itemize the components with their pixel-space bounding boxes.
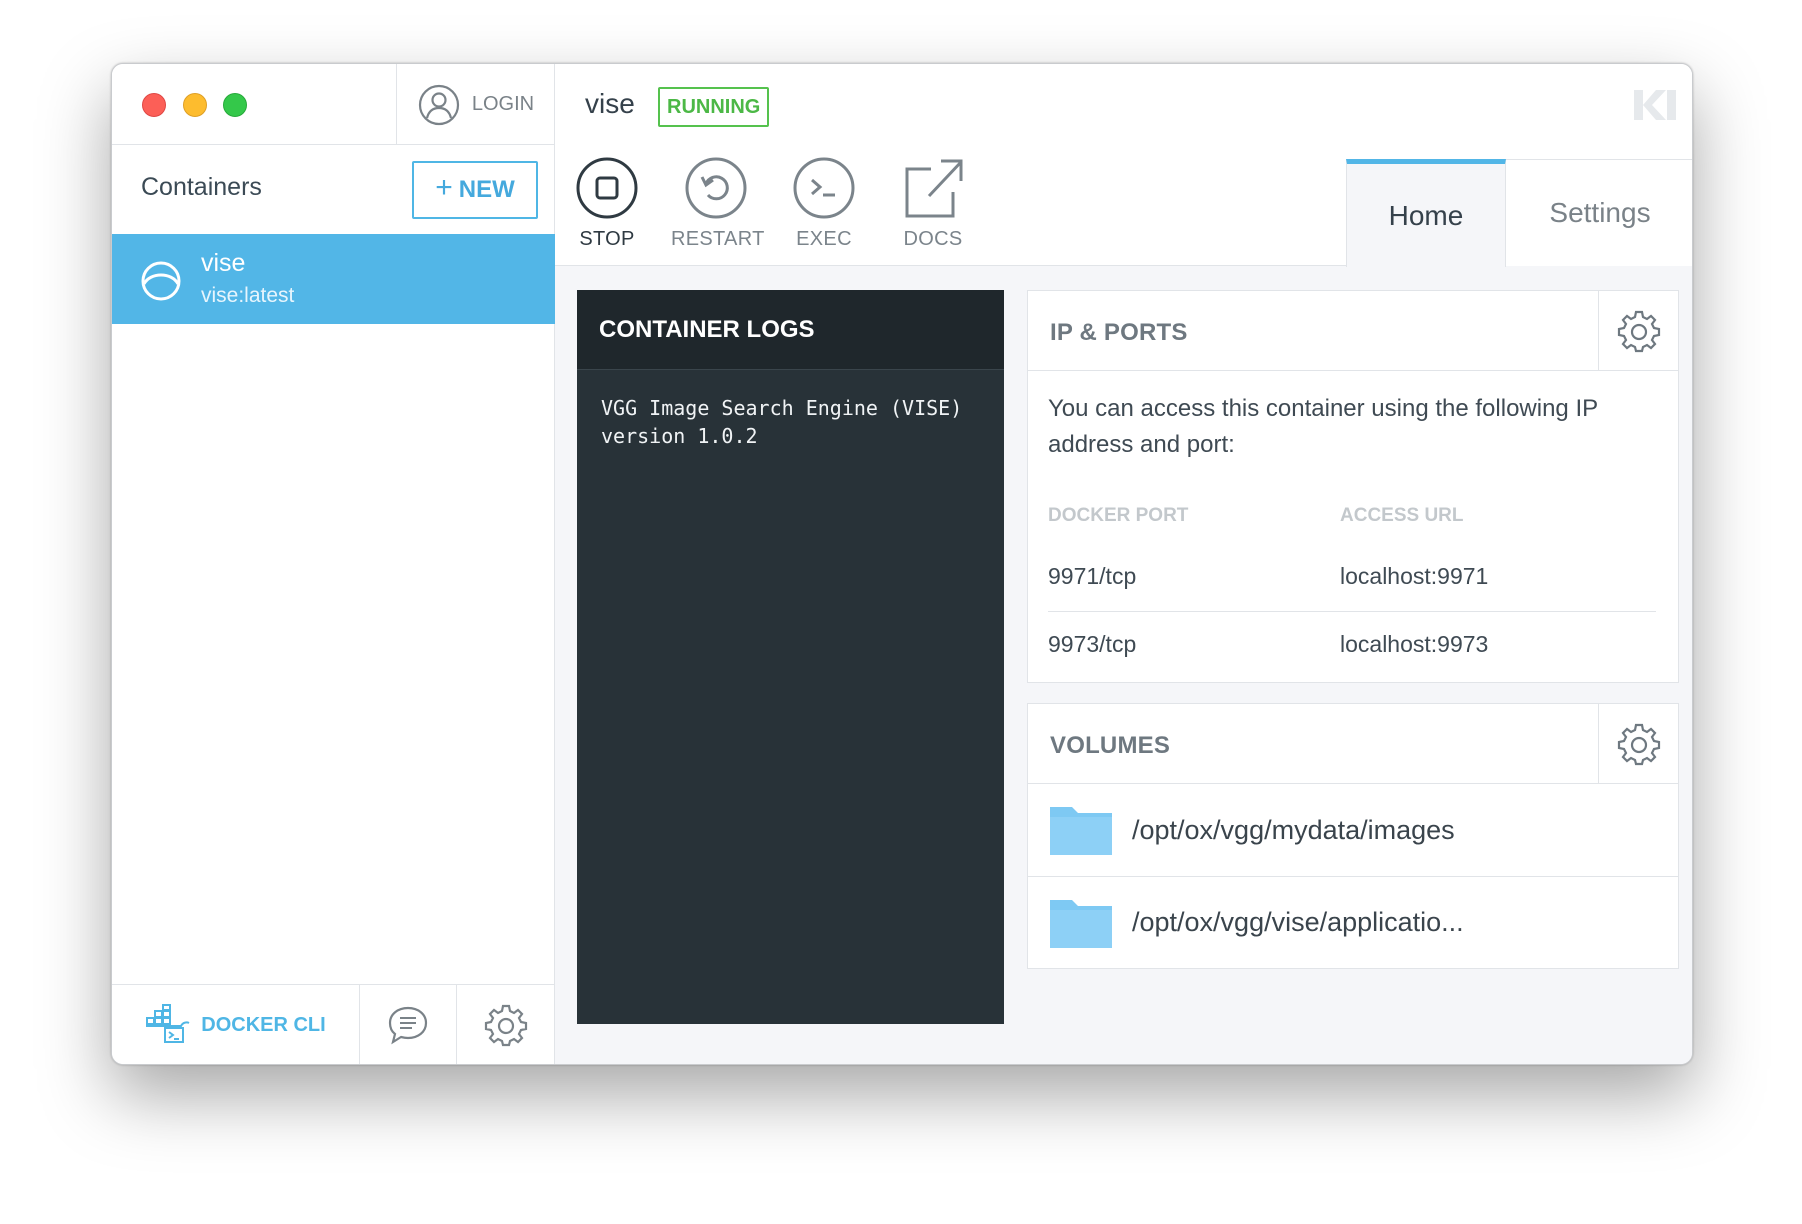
restart-button[interactable]: RESTART — [671, 156, 765, 251]
restart-icon — [685, 157, 747, 219]
status-badge: RUNNING — [658, 87, 770, 127]
volumes-header: VOLUMES — [1028, 704, 1678, 784]
container-name: vise — [201, 249, 246, 277]
close-window-button[interactable] — [142, 93, 166, 117]
folder-icon — [1050, 899, 1112, 948]
volumes-title: VOLUMES — [1050, 732, 1171, 759]
container-header: vise RUNNING STOP RESTART EXEC DOCS Home… — [555, 64, 1692, 267]
restart-label: RESTART — [671, 228, 765, 250]
folder-icon — [1050, 807, 1112, 855]
container-image: vise:latest — [201, 284, 295, 307]
kitematic-logo-icon — [1634, 90, 1676, 120]
logs-output[interactable]: VGG Image Search Engine (VISE) version 1… — [577, 370, 1004, 474]
stop-label: STOP — [579, 228, 635, 250]
exec-button[interactable]: EXEC — [779, 156, 869, 251]
sidebar: LOGIN Containers + NEW vise vise:latest — [112, 64, 555, 1064]
container-list-item[interactable]: vise vise:latest — [112, 234, 555, 324]
login-button[interactable]: LOGIN — [396, 64, 555, 145]
logs-title: CONTAINER LOGS — [577, 290, 1004, 370]
docker-cli-icon — [146, 1004, 190, 1043]
app-window: LOGIN Containers + NEW vise vise:latest — [111, 63, 1693, 1065]
sidebar-title: Containers — [141, 173, 262, 201]
gear-icon — [1617, 310, 1660, 352]
tab-home[interactable]: Home — [1346, 159, 1506, 267]
sidebar-footer: DOCKER CLI — [112, 984, 555, 1064]
terminal-icon — [793, 157, 855, 219]
ip-ports-header: IP & PORTS — [1028, 291, 1678, 371]
stop-icon — [576, 157, 638, 219]
external-link-icon — [905, 159, 963, 218]
docs-button[interactable]: DOCS — [888, 156, 978, 251]
docs-label: DOCS — [903, 228, 963, 250]
plus-icon: + — [435, 171, 453, 204]
volume-path: /opt/ox/vgg/mydata/images — [1132, 814, 1455, 845]
container-title: vise — [585, 88, 635, 119]
ip-ports-panel: IP & PORTS You can access this container… — [1027, 290, 1679, 683]
main-content: vise RUNNING STOP RESTART EXEC DOCS Home… — [555, 64, 1692, 1064]
sidebar-top-bar: LOGIN — [112, 64, 555, 145]
gear-icon — [484, 1004, 528, 1047]
row-divider — [1048, 611, 1656, 612]
feedback-button[interactable] — [360, 985, 457, 1064]
chat-icon — [388, 1006, 428, 1045]
new-container-button[interactable]: + NEW — [412, 161, 538, 219]
minimize-window-button[interactable] — [183, 93, 207, 117]
volume-path: /opt/ox/vgg/vise/applicatio... — [1132, 907, 1464, 937]
preferences-button[interactable] — [457, 985, 555, 1064]
ports-settings-button[interactable] — [1598, 291, 1678, 370]
new-button-label: NEW — [458, 176, 515, 203]
volumes-panel: VOLUMES /opt/ox/vgg/mydata/images /opt/o… — [1027, 703, 1679, 969]
login-label: LOGIN — [471, 93, 535, 115]
access-url-header: ACCESS URL — [1340, 505, 1464, 526]
gear-icon — [1617, 723, 1660, 765]
volume-row[interactable]: /opt/ox/vgg/mydata/images — [1028, 784, 1678, 876]
docker-port-cell: 9971/tcp — [1048, 563, 1137, 589]
docker-cli-label: DOCKER CLI — [201, 1013, 326, 1036]
volumes-settings-button[interactable] — [1598, 704, 1678, 783]
container-logs-panel: CONTAINER LOGS VGG Image Search Engine (… — [577, 290, 1004, 1024]
ip-ports-title: IP & PORTS — [1050, 319, 1188, 346]
docker-cli-button[interactable]: DOCKER CLI — [112, 985, 360, 1064]
stop-button[interactable]: STOP — [562, 156, 652, 251]
docker-port-header: DOCKER PORT — [1048, 505, 1189, 526]
tab-settings[interactable]: Settings — [1506, 159, 1692, 266]
docker-port-cell: 9973/tcp — [1048, 631, 1137, 657]
volume-row[interactable]: /opt/ox/vgg/vise/applicatio... — [1028, 876, 1678, 968]
user-icon — [418, 84, 459, 125]
container-icon — [141, 261, 181, 301]
exec-label: EXEC — [796, 228, 852, 250]
zoom-window-button[interactable] — [223, 93, 247, 117]
access-url-link[interactable]: localhost:9973 — [1340, 631, 1488, 658]
access-url-link[interactable]: localhost:9971 — [1340, 563, 1488, 590]
ports-description: You can access this container using the … — [1048, 395, 1598, 458]
